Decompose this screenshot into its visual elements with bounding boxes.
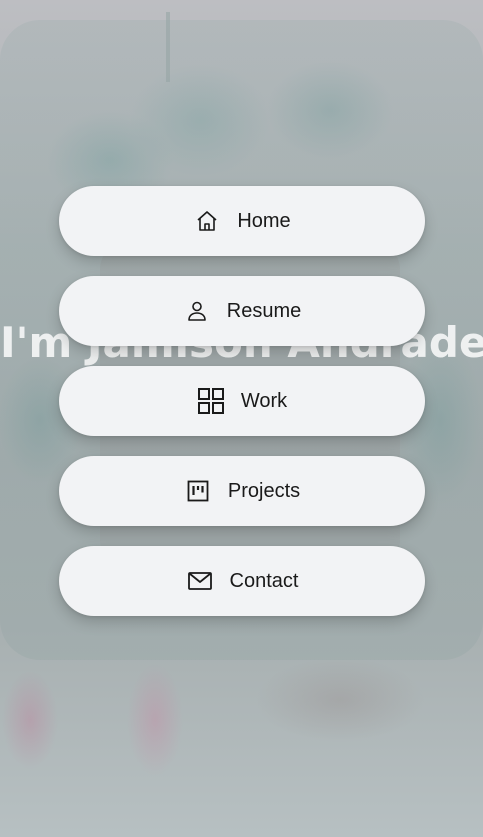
mail-icon bbox=[186, 567, 214, 595]
nav-item-contact[interactable]: Contact bbox=[59, 546, 425, 616]
nav-item-home[interactable]: Home bbox=[59, 186, 425, 256]
grid-icon bbox=[197, 387, 225, 415]
nav-item-label: Resume bbox=[226, 299, 302, 322]
home-icon bbox=[193, 207, 221, 235]
nav-item-label: Contact bbox=[229, 569, 299, 592]
nav-item-projects[interactable]: Projects bbox=[59, 456, 425, 526]
background-antenna bbox=[166, 12, 170, 82]
nav-menu: Home Resume Work Projects Contact bbox=[59, 186, 425, 636]
nav-item-label: Home bbox=[237, 209, 291, 232]
nav-item-label: Work bbox=[240, 389, 288, 412]
kanban-icon bbox=[184, 477, 212, 505]
nav-item-label: Projects bbox=[227, 479, 301, 502]
nav-item-resume[interactable]: Resume bbox=[59, 276, 425, 346]
person-icon bbox=[183, 297, 211, 325]
nav-item-work[interactable]: Work bbox=[59, 366, 425, 436]
page: I'm Jamison Andrade Home Resume bbox=[0, 0, 483, 837]
